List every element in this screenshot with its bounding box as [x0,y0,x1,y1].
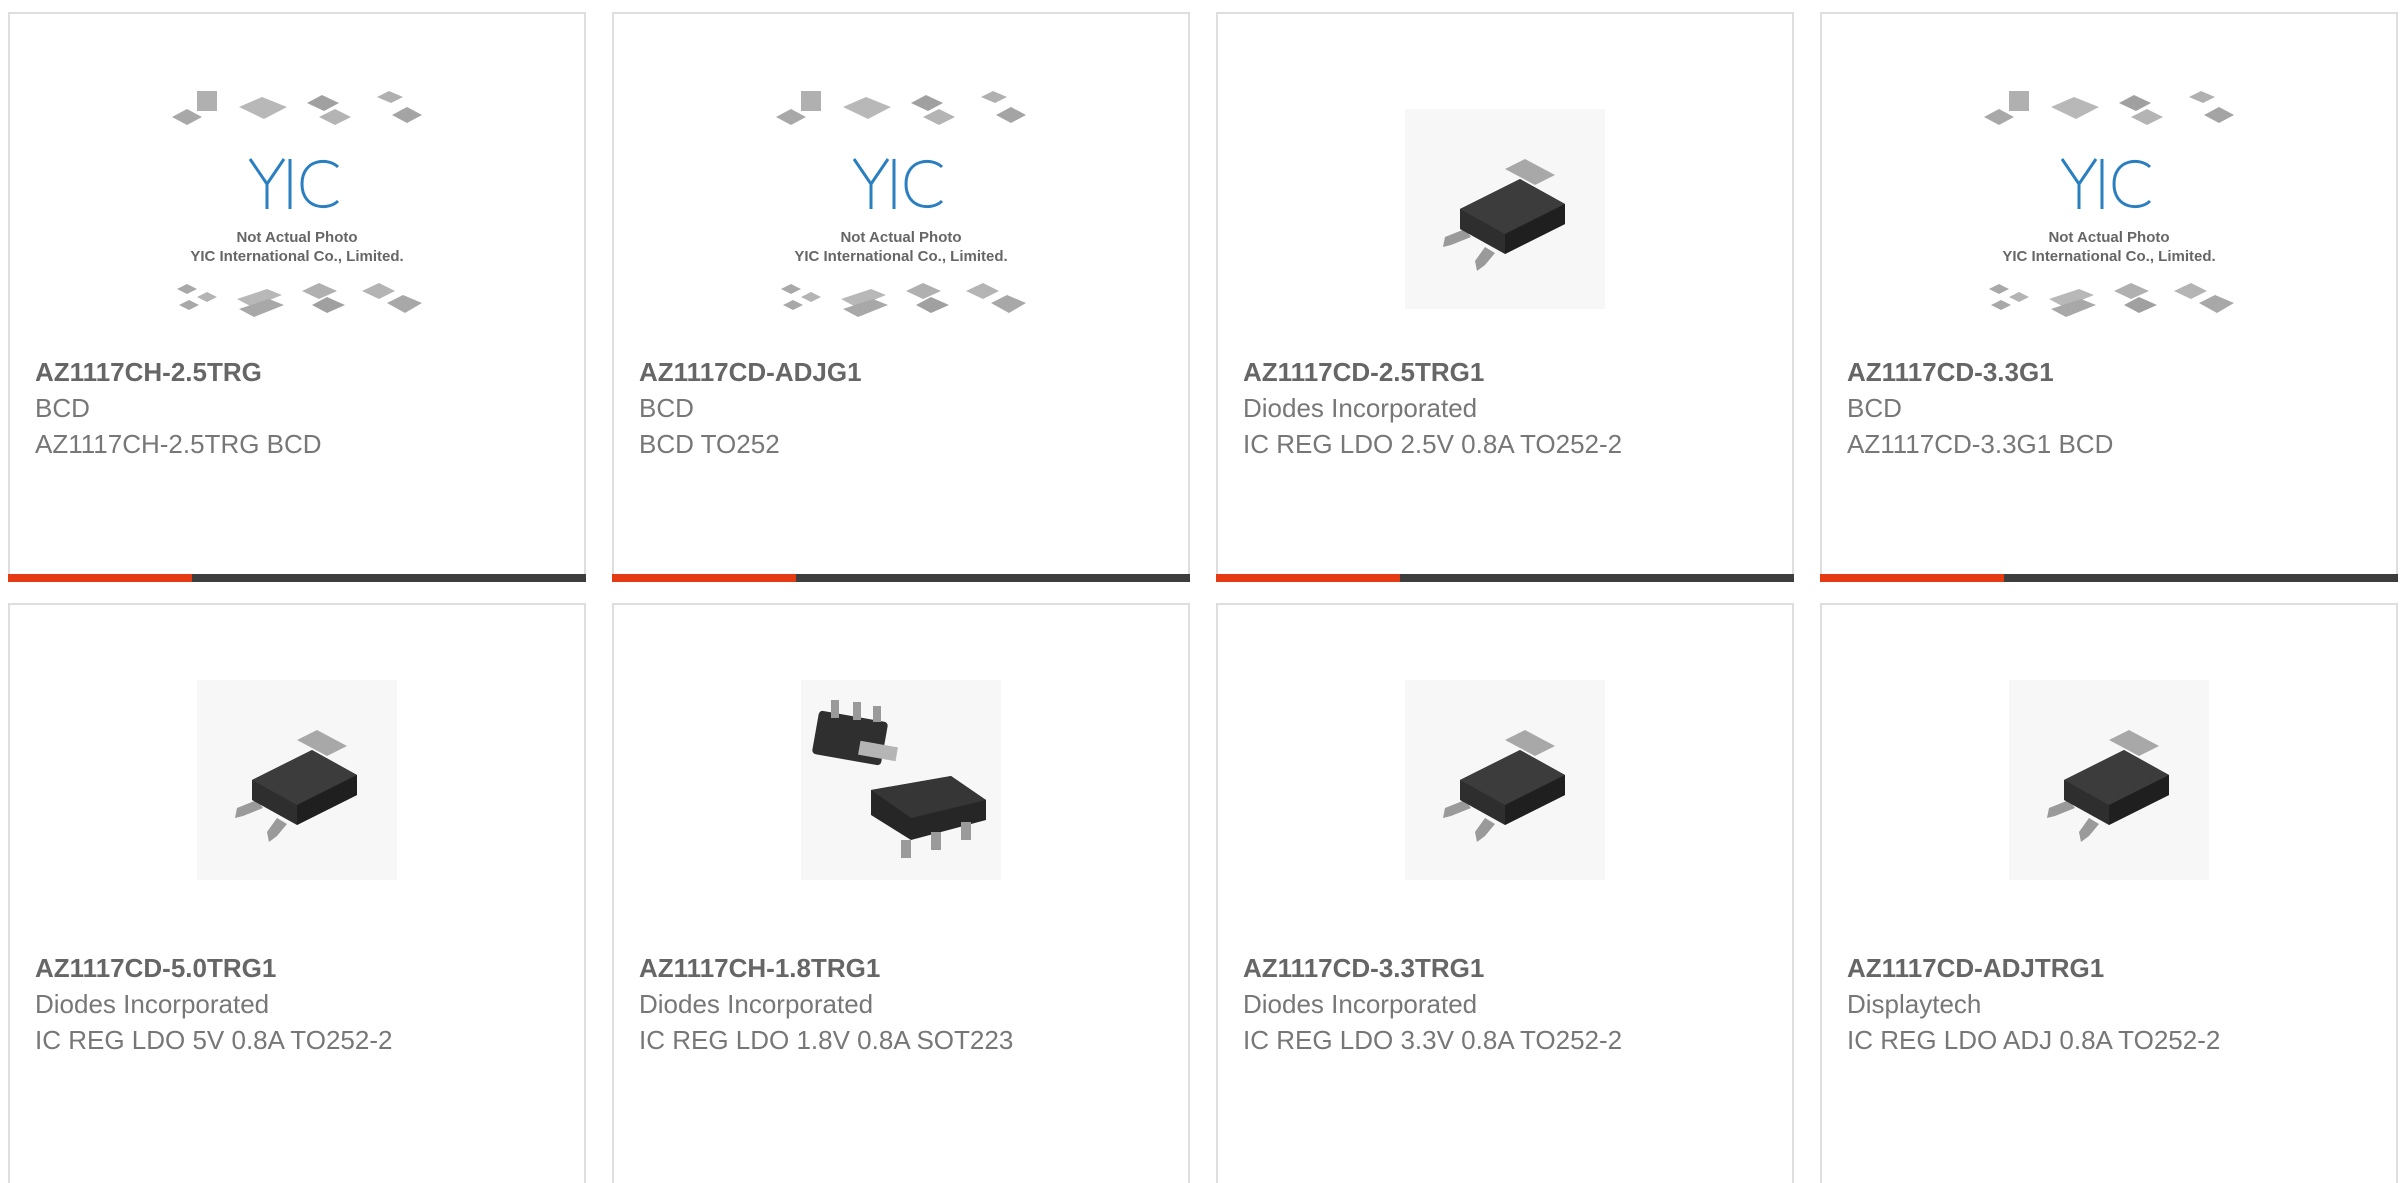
sot223-package-image [801,680,1001,880]
product-card[interactable]: AZ1117CD-3.3TRG1 Diodes Incorporated IC … [1216,603,1794,1183]
product-image[interactable] [614,625,1188,935]
description: AZ1117CD-3.3G1 BCD [1847,429,2114,459]
product-card[interactable]: AZ1117CH-1.8TRG1 Diodes Incorporated IC … [612,603,1190,1183]
placeholder-caption-line2: YIC International Co., Limited. [190,248,403,265]
placeholder-caption-line2: YIC International Co., Limited. [794,248,1007,265]
yic-placeholder-image: Not Actual Photo YIC International Co., … [776,91,1026,317]
card-accent-bar [1820,574,2004,582]
part-number[interactable]: AZ1117CD-3.3G1 [1847,354,2376,390]
manufacturer: BCD [639,393,694,423]
manufacturer: BCD [1847,393,1902,423]
to252-package-image [197,680,397,880]
product-card[interactable]: AZ1117CD-2.5TRG1 Diodes Incorporated IC … [1216,12,1794,582]
card-accent-bar [1216,574,1400,582]
product-image[interactable] [1218,54,1792,364]
manufacturer: Diodes Incorporated [1243,393,1478,423]
description: IC REG LDO 3.3V 0.8A TO252-2 [1243,1025,1623,1055]
description: BCD TO252 [639,429,780,459]
placeholder-caption-line1: Not Actual Photo [236,229,357,246]
part-number[interactable]: AZ1117CD-2.5TRG1 [1243,354,1772,390]
manufacturer: Diodes Incorporated [639,989,874,1019]
part-number[interactable]: AZ1117CD-3.3TRG1 [1243,950,1772,986]
card-bottom-bar [1820,574,2398,582]
product-card[interactable]: Not Actual Photo YIC International Co., … [8,12,586,582]
description: IC REG LDO 5V 0.8A TO252-2 [35,1025,393,1055]
to252-package-image [1405,109,1605,309]
placeholder-caption-line2: YIC International Co., Limited. [2002,248,2215,265]
part-number[interactable]: AZ1117CH-1.8TRG1 [639,950,1168,986]
product-image[interactable]: Not Actual Photo YIC International Co., … [1822,54,2396,364]
description: IC REG LDO 2.5V 0.8A TO252-2 [1243,429,1623,459]
card-accent-bar [8,574,192,582]
to252-package-image [1405,680,1605,880]
product-image[interactable] [1822,625,2396,935]
product-image[interactable]: Not Actual Photo YIC International Co., … [614,54,1188,364]
product-image[interactable] [1218,625,1792,935]
manufacturer: Diodes Incorporated [35,989,270,1019]
product-card[interactable]: AZ1117CD-5.0TRG1 Diodes Incorporated IC … [8,603,586,1183]
part-number[interactable]: AZ1117CD-ADJG1 [639,354,1168,390]
to252-package-image [2009,680,2209,880]
product-grid: Not Actual Photo YIC International Co., … [8,12,2400,1183]
product-card[interactable]: AZ1117CD-ADJTRG1 Displaytech IC REG LDO … [1820,603,2398,1183]
yic-placeholder-image: Not Actual Photo YIC International Co., … [1984,91,2234,317]
manufacturer: Diodes Incorporated [1243,989,1478,1019]
product-image[interactable]: Not Actual Photo YIC International Co., … [10,54,584,364]
yic-placeholder-image: Not Actual Photo YIC International Co., … [172,91,422,317]
product-card[interactable]: Not Actual Photo YIC International Co., … [612,12,1190,582]
description: IC REG LDO 1.8V 0.8A SOT223 [639,1025,1014,1055]
part-number[interactable]: AZ1117CH-2.5TRG [35,354,564,390]
card-bottom-bar [8,574,586,582]
manufacturer: Displaytech [1847,989,1982,1019]
description: IC REG LDO ADJ 0.8A TO252-2 [1847,1025,2221,1055]
card-accent-bar [612,574,796,582]
part-number[interactable]: AZ1117CD-ADJTRG1 [1847,950,2376,986]
card-bottom-bar [612,574,1190,582]
placeholder-caption-line1: Not Actual Photo [840,229,961,246]
product-image[interactable] [10,625,584,935]
product-card[interactable]: Not Actual Photo YIC International Co., … [1820,12,2398,582]
manufacturer: BCD [35,393,90,423]
placeholder-caption-line1: Not Actual Photo [2048,229,2169,246]
description: AZ1117CH-2.5TRG BCD [35,429,322,459]
card-bottom-bar [1216,574,1794,582]
part-number[interactable]: AZ1117CD-5.0TRG1 [35,950,564,986]
